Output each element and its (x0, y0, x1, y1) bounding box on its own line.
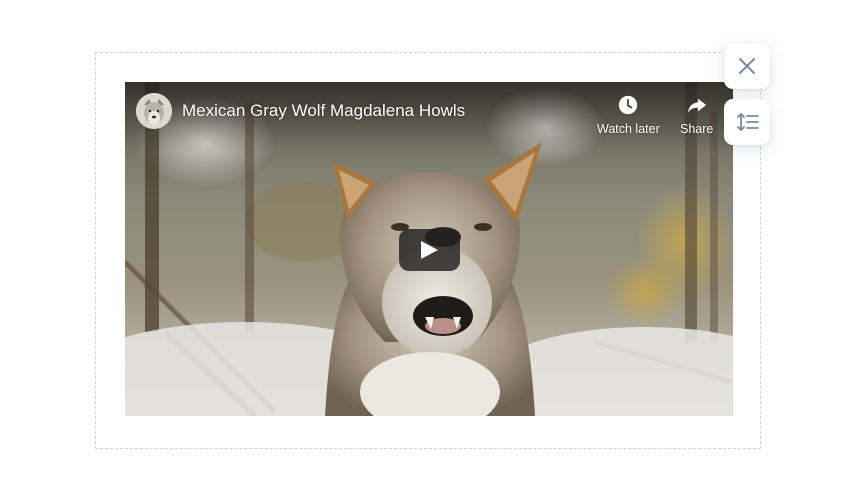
remove-block-button[interactable] (724, 43, 770, 89)
wolf-avatar-icon (136, 93, 172, 129)
share-arrow-icon (687, 98, 706, 114)
editor-canvas: Mexican Gray Wolf Magdalena Howls Watch … (0, 0, 861, 497)
channel-avatar[interactable] (136, 93, 172, 129)
close-icon (739, 58, 755, 74)
share-button[interactable]: Share (680, 94, 713, 136)
watch-later-label: Watch later (597, 122, 660, 136)
stretch-block-button[interactable] (724, 99, 770, 145)
play-button[interactable] (399, 229, 460, 271)
watch-later-button[interactable]: Watch later (597, 94, 660, 136)
play-icon (421, 241, 438, 259)
youtube-embed-player[interactable]: Mexican Gray Wolf Magdalena Howls Watch … (125, 82, 733, 416)
stretch-icon (737, 113, 759, 131)
video-title[interactable]: Mexican Gray Wolf Magdalena Howls (182, 101, 465, 121)
clock-icon (619, 95, 638, 115)
share-label: Share (680, 122, 714, 136)
